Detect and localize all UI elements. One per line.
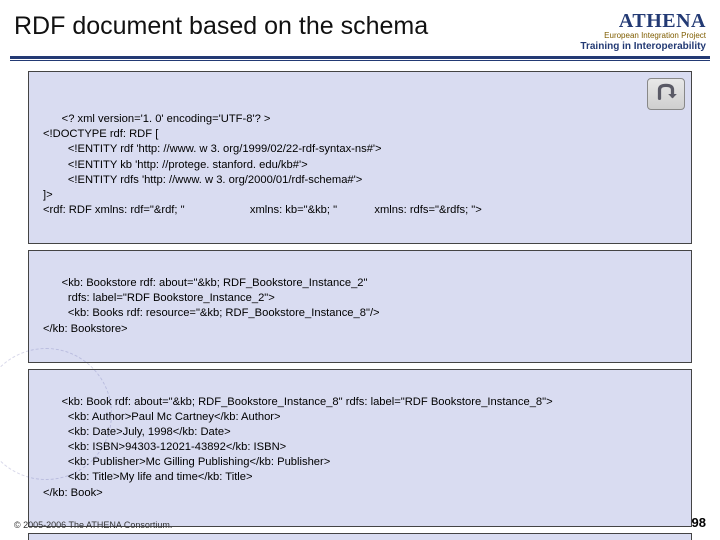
code-block-3: <kb: Book rdf: about="&kb; RDF_Bookstore… — [28, 369, 692, 527]
code-block-2: <kb: Bookstore rdf: about="&kb; RDF_Book… — [28, 250, 692, 363]
copyright-text: © 2005-2006 The ATHENA Consortium. — [14, 520, 172, 530]
footer-bar: © 2005-2006 The ATHENA Consortium. 98 — [14, 515, 706, 530]
logo-tagline: Training in Interoperability — [580, 41, 706, 52]
page-title: RDF document based on the schema — [14, 10, 428, 41]
header-divider — [0, 56, 720, 61]
code-text-3: <kb: Book rdf: about="&kb; RDF_Bookstore… — [43, 396, 553, 499]
code-text-2: <kb: Bookstore rdf: about="&kb; RDF_Book… — [43, 277, 380, 334]
content-area: <? xml version='1. 0' encoding='UTF-8'? … — [0, 71, 720, 540]
header-bar: RDF document based on the schema ATHENA … — [0, 0, 720, 52]
slide: RDF document based on the schema ATHENA … — [0, 0, 720, 540]
page-number: 98 — [692, 515, 706, 530]
athena-logo: ATHENA European Integration Project Trai… — [580, 10, 706, 52]
u-turn-arrow-icon — [653, 83, 679, 105]
logo-main-text: ATHENA — [619, 10, 706, 32]
code-block-4: </rdf: RDF> — [28, 533, 692, 540]
return-icon[interactable] — [647, 78, 685, 110]
logo-sub-text: European Integration Project — [580, 31, 706, 40]
code-text-1: <? xml version='1. 0' encoding='UTF-8'? … — [43, 113, 482, 216]
code-block-1: <? xml version='1. 0' encoding='UTF-8'? … — [28, 71, 692, 244]
